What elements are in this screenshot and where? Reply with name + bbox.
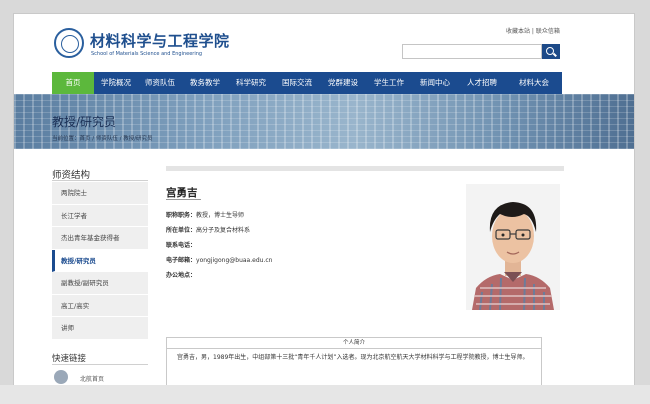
nav-item-research[interactable]: 科学研究	[228, 72, 274, 94]
field-title: 职称职务：教授，博士生导师	[166, 210, 244, 219]
content-header-bar	[166, 166, 564, 171]
search-button[interactable]	[542, 44, 560, 59]
nav-item-party[interactable]: 党群建设	[320, 72, 366, 94]
browser-page: 材料科学与工程学院 School of Materials Science an…	[13, 13, 635, 387]
quick-links-title: 快速链接	[52, 354, 87, 364]
field-label: 职称职务：	[166, 212, 197, 219]
name-underline	[166, 199, 201, 200]
sidebar-menu: 两院院士 长江学者 杰出青年基金获得者 教授/研究员 副教授/副研究员 高工/高…	[52, 182, 148, 340]
nav-item-home[interactable]: 首页	[52, 72, 94, 94]
sidebar-item-young-fund[interactable]: 杰出青年基金获得者	[52, 227, 148, 250]
sidebar-item-changjiang[interactable]: 长江学者	[52, 204, 148, 227]
nav-item-conference[interactable]: 材料大会	[506, 72, 562, 94]
breadcrumb[interactable]: 当前位置：首页 / 师资队伍 / 教授/研究员	[52, 134, 153, 142]
school-name-english: School of Materials Science and Engineer…	[91, 51, 203, 57]
school-name[interactable]: 材料科学与工程学院	[90, 30, 230, 51]
quick-links-divider	[52, 364, 148, 365]
sidebar-divider	[52, 180, 148, 181]
sidebar-item-lecturers[interactable]: 讲师	[52, 317, 148, 340]
field-value[interactable]: yongjigong@buaa.edu.cn	[196, 257, 272, 264]
portrait-image	[466, 184, 560, 310]
field-email: 电子邮箱：yongjigong@buaa.edu.cn	[166, 255, 272, 264]
main-nav: 首页 学院概况 师资队伍 教务教学 科学研究 国际交流 党群建设 学生工作 新闻…	[52, 72, 562, 94]
nav-item-recruitment[interactable]: 人才招聘	[458, 72, 506, 94]
profile-name: 宫勇吉	[166, 187, 198, 199]
sidebar-item-associate-professors[interactable]: 副教授/副研究员	[52, 272, 148, 295]
sidebar-item-academicians[interactable]: 两院院士	[52, 182, 148, 205]
sidebar-title: 师资结构	[52, 170, 91, 181]
nav-item-students[interactable]: 学生工作	[366, 72, 412, 94]
sidebar-item-senior-engineers[interactable]: 高工/高实	[52, 294, 148, 317]
field-office: 办公地点：	[166, 270, 196, 279]
field-label: 办公地点：	[166, 272, 197, 279]
field-label: 电子邮箱：	[166, 257, 197, 264]
profile-photo	[466, 184, 560, 310]
biography-section: 个人简介 宫勇吉，男，1989年出生，中组部第十三批“青年千人计划”入选者。现为…	[166, 337, 542, 386]
buaa-home-icon[interactable]	[54, 370, 68, 384]
nav-item-news[interactable]: 新闻中心	[412, 72, 458, 94]
top-links[interactable]: 收藏本站 | 联众信箱	[506, 26, 560, 35]
nav-item-about[interactable]: 学院概况	[94, 72, 138, 94]
biography-heading: 个人简介	[167, 338, 541, 349]
nav-item-teaching[interactable]: 教务教学	[182, 72, 228, 94]
field-value: 高分子及复合材料系	[196, 227, 251, 234]
field-label: 所在单位：	[166, 227, 197, 234]
nav-item-faculty[interactable]: 师资队伍	[138, 72, 182, 94]
field-value: 教授，博士生导师	[196, 212, 245, 219]
page-title: 教授/研究员	[52, 115, 117, 129]
field-phone: 联系电话：	[166, 240, 196, 249]
field-label: 联系电话：	[166, 242, 197, 249]
page-bottom-area	[0, 385, 650, 404]
field-department: 所在单位：高分子及复合材料系	[166, 225, 250, 234]
quick-link-buaa-home[interactable]: 北航首页	[80, 374, 104, 383]
sidebar-item-professors[interactable]: 教授/研究员	[52, 249, 148, 272]
nav-item-international[interactable]: 国际交流	[274, 72, 320, 94]
search-input[interactable]	[402, 44, 542, 59]
biography-text: 宫勇吉，男，1989年出生，中组部第十三批“青年千人计划”入选者。现为北京航空航…	[177, 354, 529, 361]
school-logo-icon[interactable]	[54, 28, 84, 58]
